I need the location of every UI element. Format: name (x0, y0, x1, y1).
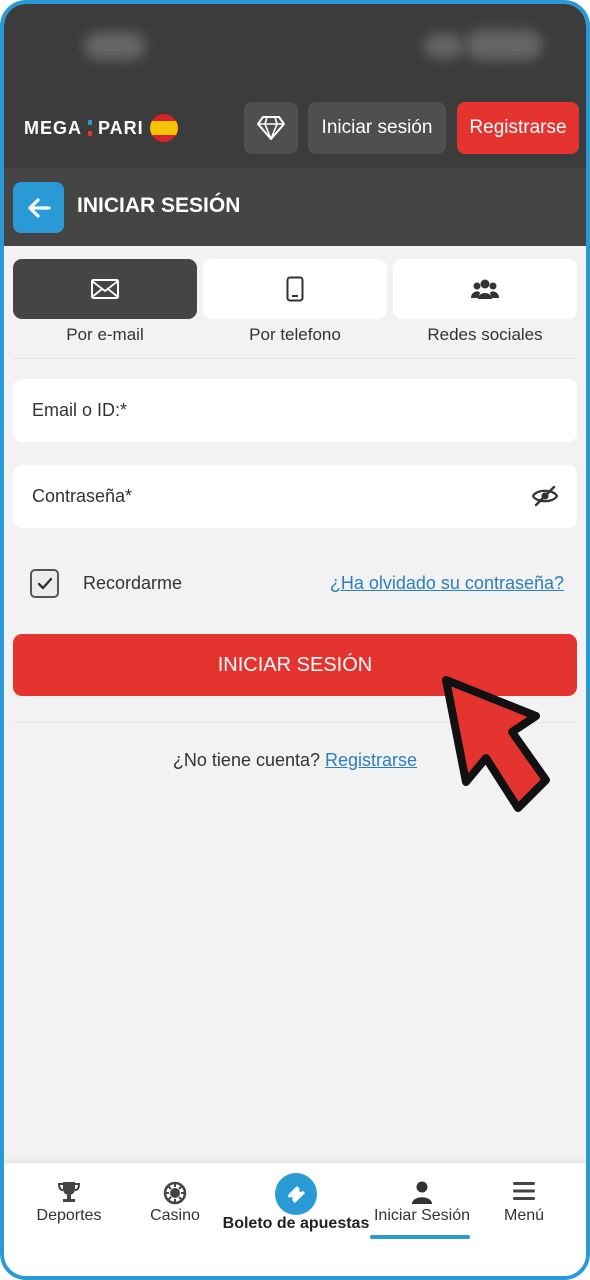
password-field-container (13, 465, 577, 528)
user-icon (412, 1181, 432, 1204)
tab-phone-label: Por telefono (249, 325, 341, 344)
register-button-header[interactable]: Registrarse (457, 102, 579, 154)
bottom-navigation: Deportes Casino Boleto de apuestas Inici… (4, 1162, 586, 1276)
password-input[interactable] (13, 465, 577, 528)
tab-social[interactable] (393, 259, 577, 319)
nav-betslip[interactable] (275, 1173, 317, 1215)
remember-checkbox[interactable] (30, 569, 59, 598)
email-input[interactable] (13, 379, 577, 442)
nav-login[interactable]: Iniciar Sesión (367, 1163, 477, 1273)
no-account-text: ¿No tiene cuenta? (172, 750, 321, 770)
nav-deportes-label: Deportes (36, 1207, 102, 1224)
page-title: INICIAR SESIÓN (77, 194, 241, 217)
arrow-left-icon (27, 197, 51, 218)
vip-diamond-button[interactable] (244, 102, 298, 154)
nav-menu-label: Menú (503, 1207, 545, 1224)
register-link[interactable]: Registrarse (325, 750, 417, 770)
tab-social-label: Redes sociales (427, 325, 543, 344)
hamburger-menu-icon (513, 1182, 535, 1200)
nav-menu[interactable]: Menú (469, 1163, 579, 1273)
eye-hidden-icon[interactable] (531, 485, 559, 507)
forgot-password-link[interactable]: ¿Ha olvidado su contraseña? (330, 573, 564, 594)
diamond-icon (257, 116, 285, 140)
tab-phone[interactable] (203, 259, 387, 319)
back-button[interactable] (13, 182, 64, 233)
ticket-icon (288, 1186, 305, 1203)
blurred-status-icon (424, 34, 464, 58)
nav-login-label: Iniciar Sesión (373, 1207, 471, 1224)
envelope-icon (91, 279, 119, 299)
nav-casino[interactable]: Casino (120, 1163, 230, 1273)
nav-betslip-label[interactable]: Boleto de apuestas (216, 1215, 376, 1233)
spain-flag-icon (149, 114, 178, 142)
checkmark-icon (37, 577, 52, 589)
app-screen: MEGA PARI Iniciar sesión Registrarse INI… (0, 0, 590, 1280)
users-icon (471, 279, 499, 299)
tab-email-label: Por e-mail (66, 325, 144, 344)
casino-chip-icon (163, 1181, 187, 1205)
app-header: MEGA PARI Iniciar sesión Registrarse (4, 88, 586, 168)
active-tab-indicator (370, 1235, 470, 1239)
phone-icon (286, 276, 304, 302)
pointer-arrow-icon (442, 676, 550, 812)
divider (13, 358, 577, 359)
blurred-time (84, 32, 146, 60)
status-bar (4, 4, 586, 88)
logo-text-mega: MEGA (24, 117, 82, 138)
email-field-container (13, 379, 577, 442)
blurred-battery-icon (466, 30, 542, 60)
logo-separator (88, 120, 92, 136)
title-bar: INICIAR SESIÓN (4, 168, 586, 246)
nav-deportes[interactable]: Deportes (14, 1163, 124, 1273)
nav-casino-label: Casino (150, 1207, 200, 1224)
login-button-header[interactable]: Iniciar sesión (308, 102, 446, 154)
logo-text-pari: PARI (98, 117, 144, 138)
trophy-icon (57, 1182, 81, 1202)
tab-email[interactable] (13, 259, 197, 319)
remember-label: Recordarme (83, 573, 183, 593)
megapari-logo[interactable]: MEGA PARI (24, 112, 178, 144)
